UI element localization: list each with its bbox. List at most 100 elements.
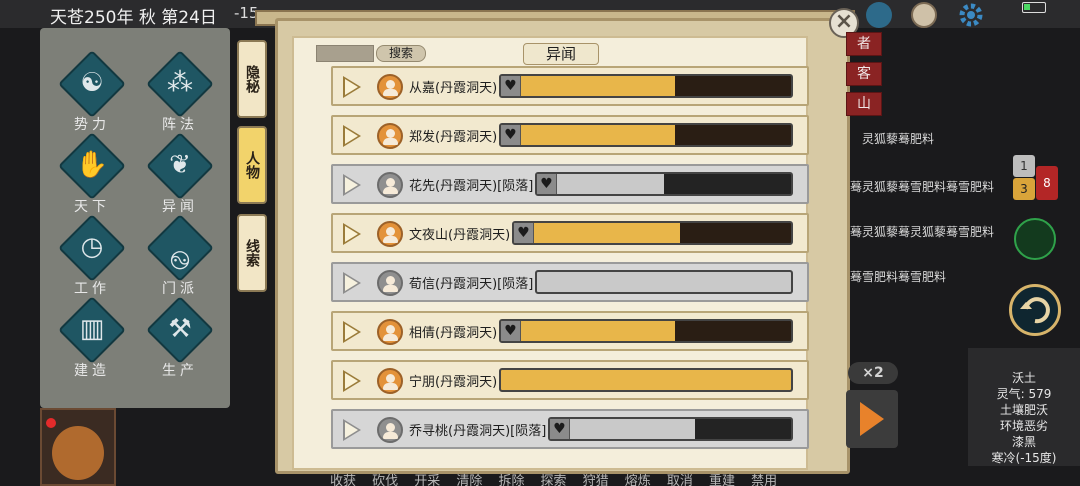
log-line: 蓦雪肥料蓦雪肥料	[850, 270, 947, 284]
list-item[interactable]: 宁朋(丹霞洞天) ♥	[331, 360, 809, 400]
action-explore[interactable]: 探索	[541, 474, 567, 486]
person-icon	[377, 221, 403, 247]
action-chop[interactable]: 砍伐	[372, 474, 398, 486]
count-badge-3[interactable]: 8	[1036, 166, 1058, 200]
list-item[interactable]: 荀信(丹霞洞天)[陨落] ♥	[331, 262, 809, 302]
affinity-bar: ♥	[548, 417, 793, 441]
log-line: 蓦灵狐藜蓦雪肥料蓦雪肥料	[850, 180, 995, 194]
world-icon: ✋	[75, 150, 109, 180]
affinity-bar: ♥	[535, 270, 793, 294]
action-disable[interactable]: 禁用	[751, 474, 777, 486]
tile-info-line: 沃土	[1011, 371, 1036, 385]
speed-toggle[interactable]: ×2	[848, 362, 898, 384]
expand-icon[interactable]	[343, 419, 361, 441]
main-menu: ☯ 势力 ⁂ 阵法 ✋ 天下 ❦ 异闻 ◷ 工作 ࿊ 门派 ▥ 建造 ⚒ 生产	[40, 28, 230, 408]
expand-icon[interactable]	[343, 272, 361, 294]
expand-icon[interactable]	[343, 174, 361, 196]
tile-info: 沃土 灵气: 579 土壤肥沃 环境恶劣 漆黑 寒冷(-15度)	[968, 348, 1080, 466]
person-icon	[377, 368, 403, 394]
faction-icon: ☯	[80, 68, 104, 98]
person-icon	[377, 123, 403, 149]
tab-clues[interactable]: 线索	[237, 214, 267, 292]
search-button[interactable]: 搜索	[376, 45, 426, 62]
avatar[interactable]	[40, 408, 116, 486]
search-input[interactable]	[316, 45, 374, 62]
character-name: 郑发(丹霞洞天)	[409, 130, 498, 145]
list-item[interactable]: 郑发(丹霞洞天) ♥	[331, 115, 809, 155]
menu-faction[interactable]: ☯ 势力	[52, 50, 132, 136]
hammer-icon: ⚒	[168, 314, 192, 344]
expand-icon[interactable]	[343, 223, 361, 245]
affinity-bar: ♥	[499, 319, 793, 343]
battery-icon	[1022, 2, 1046, 13]
expand-icon[interactable]	[343, 321, 361, 343]
person-icon	[377, 74, 403, 100]
heart-icon: ♥	[501, 76, 521, 96]
back-icon[interactable]	[1009, 284, 1061, 336]
play-button[interactable]	[846, 390, 898, 448]
count-badge-2[interactable]: 3	[1013, 178, 1035, 200]
character-name: 文夜山(丹霞洞天)	[409, 228, 511, 243]
tab-secrets[interactable]: 隐秘	[237, 40, 267, 118]
log-line: 蓦灵狐藜蓦灵狐藜蓦雪肥料	[850, 225, 995, 239]
character-name: 从嘉(丹霞洞天)	[409, 81, 498, 96]
heart-icon: ♥	[501, 321, 521, 341]
expand-icon[interactable]	[343, 76, 361, 98]
count-badge-1[interactable]: 1	[1013, 155, 1035, 177]
action-cancel[interactable]: 取消	[667, 474, 693, 486]
menu-sect[interactable]: ࿊ 门派	[140, 214, 220, 300]
action-mine[interactable]: 开采	[414, 474, 440, 486]
list-item[interactable]: 花先(丹霞洞天)[陨落] ♥	[331, 164, 809, 204]
character-name: 荀信(丹霞洞天)[陨落]	[409, 277, 534, 292]
tile-info-line: 土壤肥沃	[999, 403, 1048, 417]
formation-icon: ⁂	[167, 68, 193, 98]
character-portrait	[52, 426, 104, 480]
heart-icon: ♥	[514, 223, 534, 243]
list-item[interactable]: 乔寻桃(丹霞洞天)[陨落] ♥	[331, 409, 809, 449]
tile-info-line: 灵气: 579	[996, 387, 1052, 401]
feather-icon[interactable]	[866, 2, 892, 28]
tab-characters[interactable]: 人物	[237, 126, 267, 204]
expand-icon[interactable]	[343, 370, 361, 392]
palette-icon[interactable]	[911, 2, 937, 28]
gear-icon[interactable]	[958, 2, 984, 28]
tile-info-line: 漆黑	[1011, 435, 1036, 449]
affinity-bar: ♥	[535, 172, 793, 196]
notification-dot	[46, 418, 56, 428]
action-harvest[interactable]: 收获	[330, 474, 356, 486]
menu-build[interactable]: ▥ 建造	[52, 296, 132, 382]
tile-info-line: 环境恶劣	[999, 419, 1048, 433]
person-icon	[377, 172, 403, 198]
action-bar: 收获 砍伐 开采 清除 拆除 探索 狩猎 熔炼 取消 重建 禁用	[330, 470, 850, 486]
red-tab-3[interactable]: 山	[846, 92, 882, 116]
person-icon	[377, 270, 403, 296]
list-item[interactable]: 相倩(丹霞洞天) ♥	[331, 311, 809, 351]
tile-info-line: 寒冷(-15度)	[991, 451, 1057, 465]
action-demolish[interactable]: 拆除	[498, 474, 524, 486]
action-smelt[interactable]: 熔炼	[625, 474, 651, 486]
red-tab-2[interactable]: 客	[846, 62, 882, 86]
red-tab-1[interactable]: 者	[846, 32, 882, 56]
expand-icon[interactable]	[343, 125, 361, 147]
menu-formation[interactable]: ⁂ 阵法	[140, 50, 220, 136]
list-item[interactable]: 从嘉(丹霞洞天) ♥	[331, 66, 809, 106]
menu-work[interactable]: ◷ 工作	[52, 214, 132, 300]
menu-produce[interactable]: ⚒ 生产	[140, 296, 220, 382]
character-name: 乔寻桃(丹霞洞天)[陨落]	[409, 424, 547, 439]
person-icon	[377, 417, 403, 443]
person-icon	[377, 319, 403, 345]
heart-icon: ♥	[550, 419, 570, 439]
action-clear[interactable]: 清除	[456, 474, 482, 486]
clock-icon: ◷	[80, 232, 104, 262]
spiral-icon[interactable]	[1014, 218, 1056, 260]
log-line: 灵狐藜蓦肥料	[862, 132, 935, 146]
menu-world[interactable]: ✋ 天下	[52, 132, 132, 218]
action-hunt[interactable]: 狩猎	[583, 474, 609, 486]
menu-rumors[interactable]: ❦ 异闻	[140, 132, 220, 218]
character-name: 相倩(丹霞洞天)	[409, 326, 498, 341]
affinity-bar: ♥	[512, 221, 793, 245]
affinity-bar: ♥	[499, 368, 793, 392]
character-name: 花先(丹霞洞天)[陨落]	[409, 179, 534, 194]
list-item[interactable]: 文夜山(丹霞洞天) ♥	[331, 213, 809, 253]
action-rebuild[interactable]: 重建	[709, 474, 735, 486]
